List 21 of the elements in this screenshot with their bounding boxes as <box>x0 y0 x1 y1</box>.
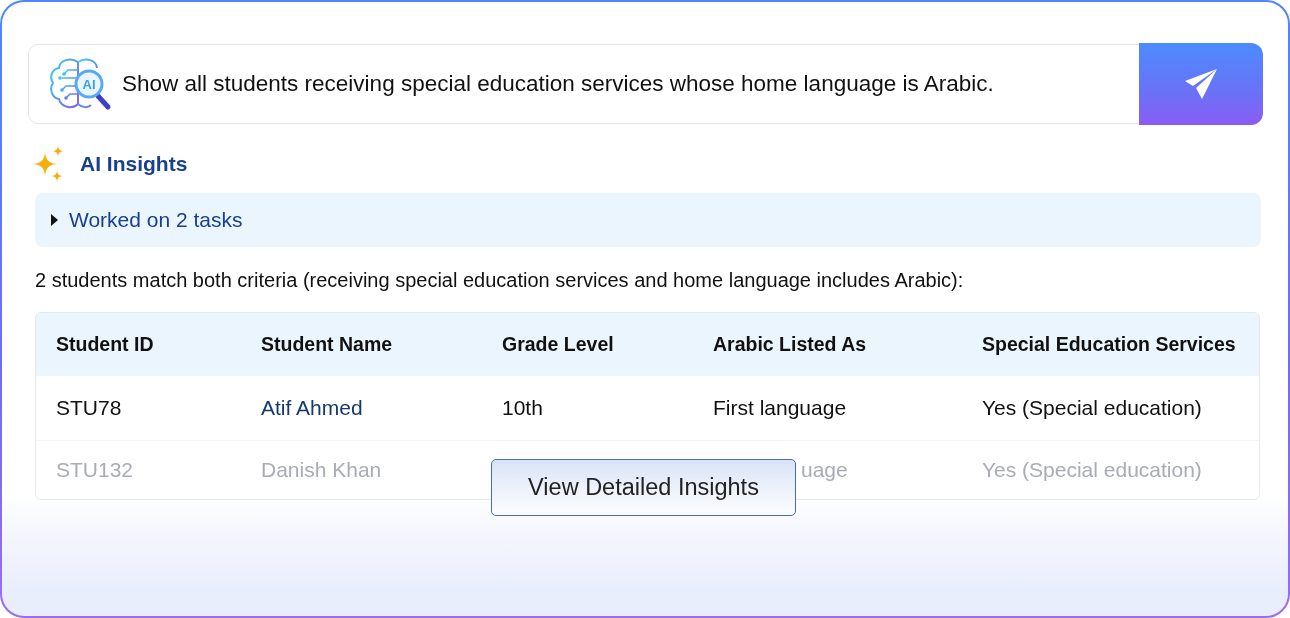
student-id-cell: STU132 <box>56 458 134 481</box>
column-header: Special Education Services <box>981 332 1237 356</box>
special-education-cell: Yes (Special education) <box>982 458 1202 481</box>
arabic-listed-as-cell: First language <box>713 396 847 419</box>
column-header: Student ID <box>55 332 155 356</box>
grade-level-cell: 10th <box>502 396 543 419</box>
special-education-cell: Yes (Special education) <box>982 396 1202 419</box>
tasks-toggle[interactable]: Worked on 2 tasks <box>35 193 1261 247</box>
student-id-cell: STU78 <box>56 396 122 419</box>
column-header: Student Name <box>260 332 394 356</box>
arabic-listed-as-cell: uage <box>801 458 848 481</box>
query-text: Show all students receiving special education services whose home language is Arabic. <box>122 71 995 97</box>
student-name-link[interactable]: Atif Ahmed <box>261 396 363 419</box>
column-header: Arabic Listed As <box>712 332 868 356</box>
summary-text: 2 students match both criteria (receiving special education services and home language includes Arabic): <box>35 269 965 291</box>
column-header: Grade Level <box>501 332 615 356</box>
view-insights-button[interactable]: View Detailed Insights <box>491 459 796 516</box>
query-field[interactable]: AI Show all students receiving special education services whose home language is Arabic. <box>28 44 1262 124</box>
send-button[interactable] <box>1138 43 1263 125</box>
insights-title: AI Insights <box>80 152 188 176</box>
send-icon <box>1183 68 1218 100</box>
